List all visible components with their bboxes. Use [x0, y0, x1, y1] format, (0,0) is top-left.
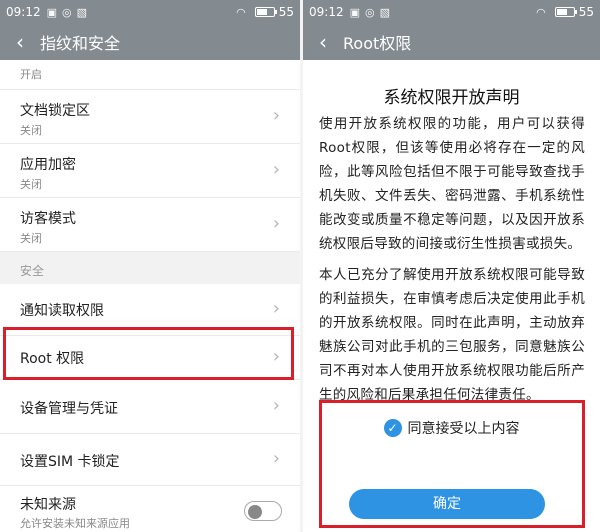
- list-item-label: 应用加密: [20, 157, 76, 173]
- wifi-icon: ◠: [236, 5, 246, 19]
- back-icon[interactable]: ‹: [303, 24, 343, 60]
- list-item-sub: 关闭: [20, 124, 42, 137]
- settings-list: 开启 文档锁定区 关闭 › 应用加密 关闭 › 访客模式 关闭 › 安全 通知读…: [0, 60, 300, 532]
- battery-level: 55: [278, 5, 294, 19]
- battery-level: 55: [578, 5, 594, 19]
- chevron-right-icon: ›: [272, 105, 280, 126]
- list-item-unknown-sources[interactable]: 未知来源 允许安装未知来源应用: [0, 486, 300, 532]
- declaration-title: 系统权限开放声明: [383, 88, 520, 108]
- status-bar: 09:12 ▣ ◎ ▧ ◠ 55: [0, 0, 300, 24]
- unknown-sources-toggle[interactable]: [244, 501, 282, 521]
- list-item-document-lock[interactable]: 文档锁定区 关闭 ›: [0, 90, 300, 144]
- chevron-right-icon: ›: [272, 395, 280, 416]
- battery-icon: [254, 7, 277, 17]
- list-item-label: 文档锁定区: [20, 103, 90, 119]
- chevron-right-icon: ›: [272, 448, 280, 469]
- toggle-knob: [248, 505, 262, 519]
- list-item-sub: 关闭: [20, 232, 42, 245]
- battery-icon: [554, 7, 577, 17]
- list-item-label: 通知读取权限: [20, 303, 104, 319]
- list-item-label: 设置SIM 卡锁定: [20, 454, 120, 470]
- list-item-sim-lock[interactable]: 设置SIM 卡锁定 ›: [0, 434, 300, 486]
- list-item-label: 访客模式: [20, 211, 76, 227]
- settings-header: ‹ 指纹和安全: [0, 24, 300, 60]
- back-icon[interactable]: ‹: [0, 24, 40, 60]
- declaration-paragraph-2: 本人已充分了解使用开放系统权限可能导致的利益损失，在审慎考虑后决定使用此手机的开…: [319, 267, 585, 403]
- sync-icon: ◎: [62, 5, 72, 19]
- list-item-label: 设备管理与凭证: [20, 401, 118, 417]
- list-item-guest-mode[interactable]: 访客模式 关闭 ›: [0, 198, 300, 252]
- sync-icon: ◎: [365, 5, 375, 19]
- chevron-right-icon: ›: [272, 298, 280, 319]
- settings-panel: 09:12 ▣ ◎ ▧ ◠ 55 ‹ 指纹和安全 开启 文档锁定区 关闭 › 应…: [0, 0, 300, 532]
- notification-icon: ▣: [349, 5, 360, 19]
- highlight-box-root: [3, 327, 294, 380]
- highlight-box-agree: [319, 400, 585, 528]
- root-permission-panel: 09:12 ▣ ◎ ▧ ◠ 55 ‹ Root权限 系统权限开放声明 使用开放系…: [303, 0, 600, 532]
- list-item-sub: 开启: [20, 68, 42, 81]
- chevron-right-icon: ›: [272, 159, 280, 180]
- list-item-sub: 允许安装未知来源应用: [20, 517, 130, 530]
- list-item-partial[interactable]: 开启: [0, 60, 300, 90]
- wifi-icon: ◠: [536, 5, 546, 19]
- list-item-sub: 关闭: [20, 178, 42, 191]
- section-header-security: 安全: [0, 252, 300, 284]
- list-item-app-encryption[interactable]: 应用加密 关闭 ›: [0, 144, 300, 198]
- declaration-paragraph-1: 使用开放系统权限的功能，用户可以获得Root权限，但该等使用必将存在一定的风险，…: [319, 116, 585, 252]
- notification-icon: ▣: [46, 5, 57, 19]
- chevron-right-icon: ›: [272, 213, 280, 234]
- list-item-label: 未知来源: [20, 497, 76, 513]
- image-icon: ▧: [76, 5, 88, 19]
- page-title: Root权限: [343, 34, 412, 53]
- page-title: 指纹和安全: [40, 34, 121, 53]
- list-item-device-admin[interactable]: 设备管理与凭证 ›: [0, 380, 300, 434]
- image-icon: ▧: [379, 5, 391, 19]
- status-bar: 09:12 ▣ ◎ ▧ ◠ 55: [303, 0, 600, 24]
- section-label: 安全: [20, 264, 45, 278]
- status-time: 09:12: [309, 5, 344, 19]
- status-time: 09:12: [6, 5, 41, 19]
- root-header: ‹ Root权限: [303, 24, 600, 60]
